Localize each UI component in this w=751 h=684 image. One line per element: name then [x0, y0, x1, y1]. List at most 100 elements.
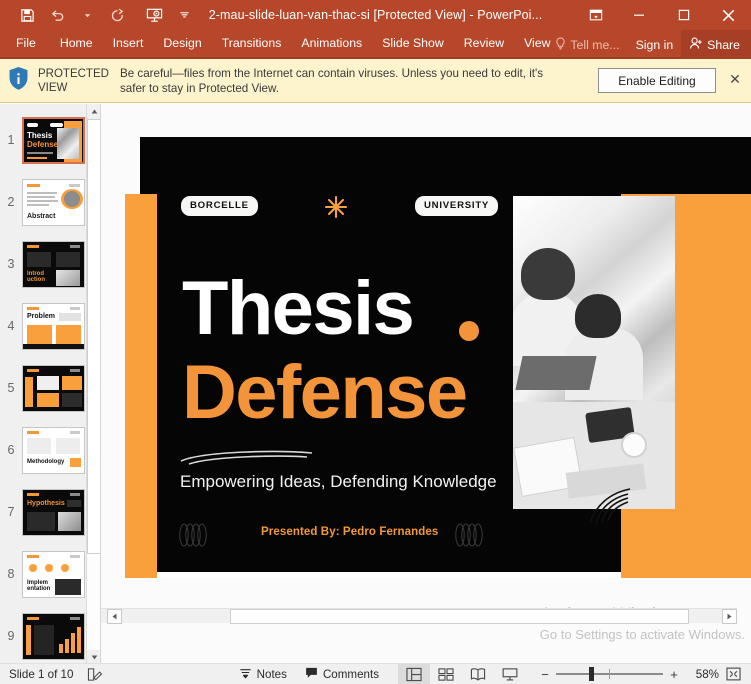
enable-editing-button[interactable]: Enable Editing: [598, 68, 716, 93]
comment-bubble-icon: [305, 666, 318, 682]
undo-icon[interactable]: [42, 2, 72, 28]
thumbnail-preview: [22, 613, 85, 660]
tab-home[interactable]: Home: [50, 31, 103, 56]
thumbnail-slide-8[interactable]: 8 Implementation: [0, 544, 100, 604]
thumbnail-slide-7[interactable]: 7 Hypothesis: [0, 482, 100, 542]
tag-borcelle: BORCELLE: [181, 196, 258, 216]
thumbnail-slide-9[interactable]: 9: [0, 606, 100, 665]
tab-review[interactable]: Review: [454, 31, 514, 56]
status-center-group: Notes Comments: [230, 666, 388, 682]
current-slide[interactable]: BORCELLE UNIVERSITY Thesis Defense: [140, 137, 751, 578]
mini-slide: [23, 614, 84, 659]
protected-view-label-line2: VIEW: [38, 81, 112, 95]
thumbnail-scroll-thumb[interactable]: [87, 119, 101, 554]
decorative-swirl: [580, 467, 650, 527]
mini-slide: Abstract: [23, 180, 84, 225]
tab-insert[interactable]: Insert: [103, 31, 154, 56]
zoom-percentage[interactable]: 58%: [683, 668, 719, 681]
protected-view-message: Be careful—files from the Internet can c…: [120, 66, 570, 96]
close-button[interactable]: [706, 0, 751, 30]
info-shield-icon: [8, 66, 29, 96]
thumbnail-slide-1[interactable]: 1 Thesis Defense: [0, 110, 100, 170]
thumbnail-number: 5: [0, 381, 22, 395]
share-button[interactable]: Share: [681, 30, 751, 59]
watermark-line2: Go to Settings to activate Windows.: [540, 626, 745, 643]
notes-label: Notes: [257, 668, 287, 681]
mini-slide: Problem: [23, 304, 84, 349]
tab-transitions[interactable]: Transitions: [212, 31, 292, 56]
save-icon[interactable]: [12, 2, 42, 28]
horizontal-scroll-thumb[interactable]: [230, 609, 689, 624]
thumbnail-scrollbar[interactable]: [86, 104, 100, 665]
ribbon-display-options-icon[interactable]: [576, 0, 616, 30]
accessibility-check-icon[interactable]: [87, 667, 103, 682]
fit-to-window-icon[interactable]: [719, 667, 747, 681]
sign-in-button[interactable]: Sign in: [628, 34, 682, 56]
close-banner-icon[interactable]: ✕: [727, 71, 743, 88]
zoom-in-button[interactable]: +: [665, 667, 683, 682]
comments-label: Comments: [323, 668, 379, 681]
tell-me-search[interactable]: Tell me...: [547, 33, 627, 57]
redo-icon[interactable]: [102, 2, 132, 28]
decorative-ovals-left: [178, 522, 210, 548]
tab-file[interactable]: File: [0, 31, 50, 56]
slide-editing-area[interactable]: BORCELLE UNIVERSITY Thesis Defense: [101, 104, 751, 665]
scroll-right-icon[interactable]: [722, 609, 737, 624]
thumbnail-slide-3[interactable]: 3 Introduction: [0, 234, 100, 294]
maximize-button[interactable]: [661, 0, 706, 30]
mini-slide: Thesis Defense: [24, 119, 83, 162]
zoom-out-button[interactable]: −: [536, 667, 554, 682]
slide-thumbnail-panel[interactable]: 1 Thesis Defense 2: [0, 104, 101, 665]
slide-title-line2: Defense: [182, 355, 467, 431]
zoom-slider-handle[interactable]: [589, 667, 594, 681]
photo-coffee-cup: [621, 432, 647, 458]
mini-slide: Introduction: [23, 242, 84, 287]
slide-subtitle: Empowering Ideas, Defending Knowledge: [180, 472, 497, 492]
thumbnail-preview: Thesis Defense: [22, 117, 85, 164]
slide-indicator[interactable]: Slide 1 of 10: [9, 668, 73, 681]
start-presentation-icon[interactable]: [139, 2, 169, 28]
quick-access-toolbar: [0, 2, 199, 28]
normal-view-icon[interactable]: [398, 664, 430, 684]
tell-me-label: Tell me...: [570, 38, 619, 52]
tab-slide-show[interactable]: Slide Show: [372, 31, 454, 56]
protected-view-label-line1: PROTECTED: [38, 67, 112, 81]
slide-title-line1: Thesis: [182, 271, 413, 347]
zoom-slider[interactable]: [556, 667, 663, 681]
zoom-control[interactable]: − + 58%: [536, 667, 751, 682]
share-person-icon: [689, 37, 703, 53]
horizontal-scrollbar[interactable]: [101, 608, 737, 623]
thumbnail-number: 9: [0, 629, 22, 643]
thumbnail-number: 8: [0, 567, 22, 581]
status-bar: Slide 1 of 10 Notes Comments: [0, 663, 751, 684]
undo-dropdown-icon[interactable]: [72, 2, 102, 28]
starburst-icon: [322, 193, 350, 221]
mini-slide: Implementation: [23, 552, 84, 597]
thumbnail-preview: [22, 365, 85, 412]
view-buttons-group: [398, 664, 526, 684]
thumbnail-number: 2: [0, 195, 22, 209]
thumbnail-slide-6[interactable]: 6 Methodology: [0, 420, 100, 480]
reading-view-icon[interactable]: [462, 664, 494, 684]
thumbnail-preview: Introduction: [22, 241, 85, 288]
tab-animations[interactable]: Animations: [291, 31, 372, 56]
thumbnail-number: 4: [0, 319, 22, 333]
slide-show-view-icon[interactable]: [494, 664, 526, 684]
scroll-left-icon[interactable]: [107, 609, 122, 624]
thumbnail-slide-5[interactable]: 5: [0, 358, 100, 418]
customize-quick-access-icon[interactable]: [169, 2, 199, 28]
thumbnail-slide-2[interactable]: 2 Abstract: [0, 172, 100, 232]
thumbnail-scroll-track[interactable]: [87, 119, 101, 650]
mini-slide: Hypothesis: [23, 490, 84, 535]
title-dot-accent: [459, 321, 479, 341]
scroll-up-icon[interactable]: [87, 104, 101, 119]
slide-sorter-view-icon[interactable]: [430, 664, 462, 684]
thumbnail-preview: Hypothesis: [22, 489, 85, 536]
thumbnail-slide-4[interactable]: 4 Problem: [0, 296, 100, 356]
minimize-button[interactable]: [616, 0, 661, 30]
comments-button[interactable]: Comments: [296, 666, 388, 682]
tab-design[interactable]: Design: [153, 31, 211, 56]
notes-button[interactable]: Notes: [230, 666, 296, 682]
decorative-ovals-right: [454, 522, 486, 548]
share-label: Share: [707, 38, 740, 52]
